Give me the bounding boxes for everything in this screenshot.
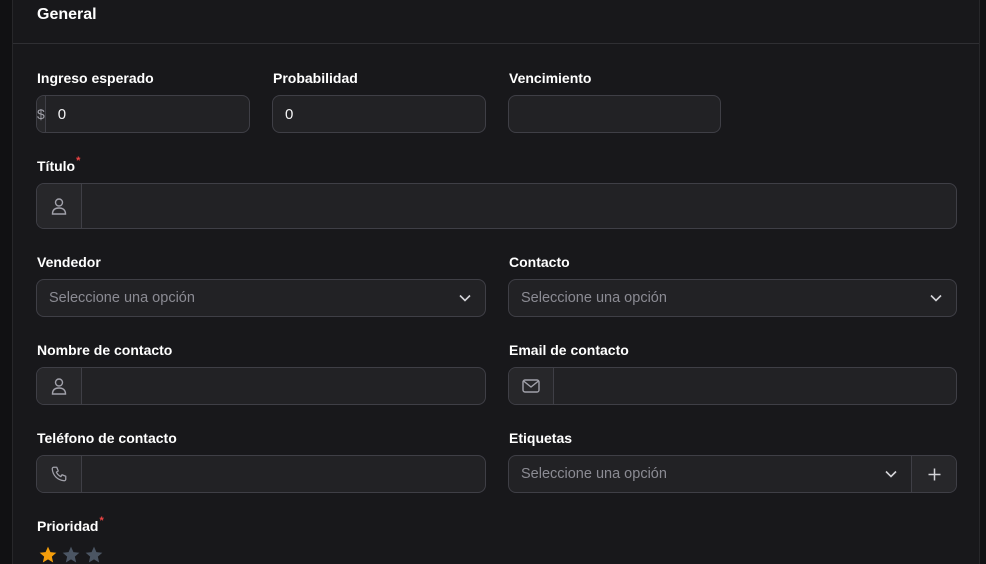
titulo-label-text: Título — [37, 158, 76, 174]
titulo-field — [36, 183, 957, 229]
ingreso-input[interactable] — [45, 96, 249, 132]
probabilidad-input[interactable] — [273, 96, 485, 132]
nombre-contacto-field — [36, 367, 486, 405]
required-mark: * — [76, 155, 81, 167]
plus-icon — [928, 468, 940, 480]
email-contacto-label: Email de contacto — [509, 342, 629, 358]
vencimiento-label: Vencimiento — [509, 70, 592, 86]
user-icon — [37, 184, 82, 228]
star-icon-2[interactable] — [61, 545, 81, 564]
add-tag-button[interactable] — [911, 456, 956, 492]
prioridad-label-text: Prioridad — [37, 518, 99, 534]
chevron-down-icon — [871, 456, 911, 492]
currency-prefix: $ — [37, 96, 46, 132]
etiquetas-select[interactable]: Seleccione una opción — [508, 455, 957, 493]
contacto-placeholder: Seleccione una opción — [521, 290, 667, 306]
telefono-contacto-field — [36, 455, 486, 493]
telefono-contacto-input[interactable] — [82, 456, 485, 492]
etiquetas-label: Etiquetas — [509, 430, 573, 446]
nombre-contacto-input[interactable] — [82, 368, 485, 404]
email-contacto-field — [508, 367, 957, 405]
phone-icon — [37, 456, 82, 492]
ingreso-label: Ingreso esperado — [37, 70, 154, 86]
ingreso-field: $ — [36, 95, 250, 133]
email-contacto-input[interactable] — [554, 368, 956, 404]
star-icon-3[interactable] — [84, 545, 104, 564]
section-title: General — [37, 6, 97, 23]
vendedor-label: Vendedor — [37, 254, 101, 270]
vencimiento-input[interactable] — [509, 96, 720, 132]
contacto-select[interactable]: Seleccione una opción — [508, 279, 957, 317]
titulo-label: Título* — [37, 155, 81, 174]
mail-icon — [509, 368, 554, 404]
titulo-input[interactable] — [82, 184, 956, 228]
etiquetas-placeholder: Seleccione una opción — [521, 466, 667, 482]
vendedor-placeholder: Seleccione una opción — [49, 290, 195, 306]
telefono-contacto-label: Teléfono de contacto — [37, 430, 177, 446]
chevron-down-icon — [916, 280, 956, 316]
probabilidad-label: Probabilidad — [273, 70, 358, 86]
probabilidad-field: % — [272, 95, 486, 133]
contacto-label: Contacto — [509, 254, 570, 270]
vencimiento-field — [508, 95, 721, 133]
user-icon — [37, 368, 82, 404]
nombre-contacto-label: Nombre de contacto — [37, 342, 173, 358]
star-icon-1[interactable] — [38, 545, 58, 564]
panel-header: General — [13, 0, 979, 44]
general-panel: General Ingreso esperado $ Probabilidad … — [12, 0, 980, 564]
vendedor-select[interactable]: Seleccione una opción — [36, 279, 486, 317]
prioridad-label: Prioridad* — [37, 515, 104, 534]
required-mark: * — [99, 515, 104, 527]
priority-rating — [38, 545, 104, 564]
chevron-down-icon — [445, 280, 485, 316]
